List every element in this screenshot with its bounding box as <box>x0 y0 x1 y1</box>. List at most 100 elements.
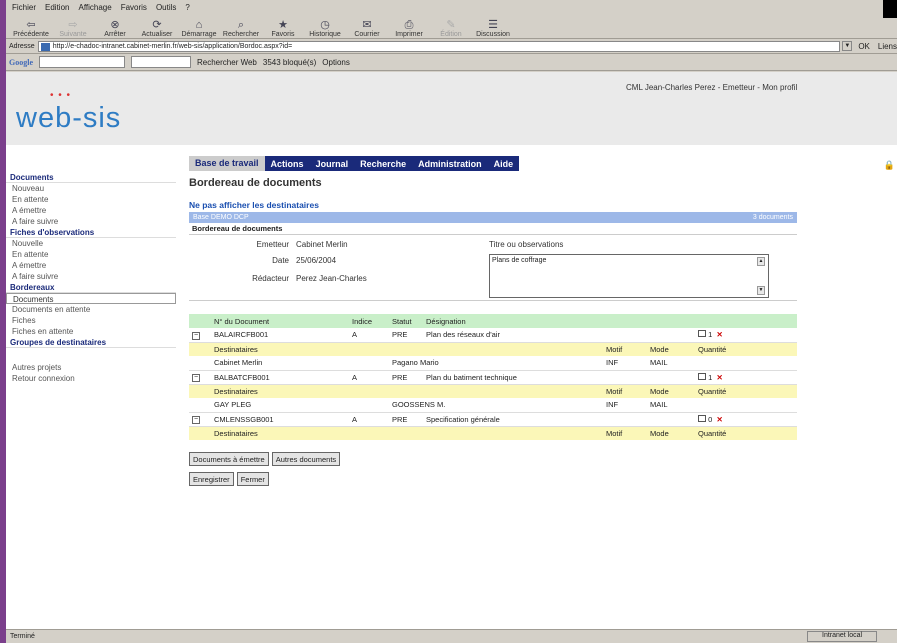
address-dropdown-icon[interactable]: ▼ <box>842 41 853 51</box>
delete-icon[interactable]: ✕ <box>716 373 722 382</box>
save-button[interactable]: Enregistrer <box>189 472 234 486</box>
sidebar-item[interactable]: Fiches en attente <box>6 326 176 337</box>
toolbar-button-discuss[interactable]: ☰ Discussion <box>472 19 514 38</box>
toolbar-button-refresh[interactable]: ⟳ Actualiser <box>136 19 178 38</box>
toolbar-button-home[interactable]: ⌂ Démarrage <box>178 19 220 38</box>
recipient-org: Cabinet Merlin <box>211 356 389 371</box>
expand-icon[interactable]: − <box>189 412 211 427</box>
observations-textarea[interactable]: Plans de coffrage ▲ ▼ <box>489 254 769 298</box>
status-bar: Terminé Intranet local <box>6 629 897 643</box>
quantity-value: 1 <box>708 372 713 382</box>
doc-number[interactable]: CMLENSSGB001 <box>211 412 349 427</box>
delete-icon[interactable]: ✕ <box>716 330 722 339</box>
google-search-input[interactable] <box>39 56 125 68</box>
sidebar-item[interactable]: En attente <box>6 194 176 205</box>
nav-recherche[interactable]: Recherche <box>354 159 412 169</box>
sidebar-item[interactable]: A émettre <box>6 205 176 216</box>
scroll-up-icon[interactable]: ▲ <box>757 257 765 266</box>
address-input[interactable]: http://e-chadoc-intranet.cabinet-merlin.… <box>37 40 841 52</box>
hide-recipients-link[interactable]: Ne pas afficher les destinataires <box>189 198 797 212</box>
recipient-motif: INF <box>603 356 647 371</box>
menu-help[interactable]: ? <box>185 3 189 12</box>
quantity-icon <box>698 414 706 422</box>
sidebar-heading[interactable]: Bordereaux <box>6 282 176 293</box>
rec-blank2 <box>695 356 741 371</box>
toolbar-button-favorites[interactable]: ★ Favoris <box>262 19 304 38</box>
sidebar-item[interactable]: Fiches <box>6 315 176 326</box>
sidebar-link[interactable]: Retour connexion <box>6 373 176 384</box>
toolbar-button-forward[interactable]: ⇨ Suivante <box>52 19 94 38</box>
sidebar: Documents Nouveau En attente A émettre A fai… <box>6 172 176 629</box>
emetteur-label: Emetteur <box>256 240 289 249</box>
menu-file[interactable]: Fichier <box>12 3 36 12</box>
nav-aide[interactable]: Aide <box>488 159 520 169</box>
sidebar-item[interactable]: A faire suivre <box>6 271 176 282</box>
recipient-motif: INF <box>603 398 647 413</box>
nav-base-de-travail[interactable]: Base de travail <box>189 156 265 171</box>
sidebar-item[interactable]: A émettre <box>6 260 176 271</box>
recipient-person: GOOSSENS M. <box>389 398 603 413</box>
google-search-button[interactable]: Rechercher Web <box>197 58 257 67</box>
discuss-icon: ☰ <box>488 19 498 31</box>
quantity-icon <box>698 372 706 380</box>
toolbar-button-edit[interactable]: ✎ Édition <box>430 19 472 38</box>
expand-icon[interactable]: − <box>189 328 211 343</box>
menu-favorites[interactable]: Favoris <box>121 3 147 12</box>
sidebar-heading[interactable]: Fiches d'observations <box>6 227 176 238</box>
go-button[interactable]: OK <box>858 42 870 51</box>
delete-icon[interactable]: ✕ <box>716 415 722 424</box>
toolbar-button-history[interactable]: ◷ Historique <box>304 19 346 38</box>
google-search-select[interactable] <box>131 56 191 68</box>
close-button[interactable]: Fermer <box>236 472 269 486</box>
expand-icon[interactable]: − <box>189 370 211 385</box>
sidebar-item[interactable]: A faire suivre <box>6 216 176 227</box>
toolbar-button-back[interactable]: ⇦ Précédente <box>10 19 52 38</box>
links-label[interactable]: Liens <box>878 42 897 51</box>
collapse-icon[interactable]: − <box>192 416 200 424</box>
rec-blank3 <box>741 356 797 371</box>
other-documents-button[interactable]: Autres documents <box>271 452 341 466</box>
header-indice: Indice <box>349 314 389 328</box>
sidebar-item[interactable]: Nouvelle <box>6 238 176 249</box>
doc-statut: PRE <box>389 370 423 385</box>
toolbar-button-stop[interactable]: ⊗ Arrêter <box>94 19 136 38</box>
sidebar-item[interactable]: Documents en attente <box>6 304 176 315</box>
doc-number[interactable]: BALAIRCFB001 <box>211 328 349 343</box>
documents-table: N° du Document Indice Statut Désignation − BA… <box>189 314 797 440</box>
doc-number[interactable]: BALBATCFB001 <box>211 370 349 385</box>
doc-blank2 <box>647 370 695 385</box>
sidebar-heading[interactable]: Documents <box>6 172 176 183</box>
menu-tools[interactable]: Outils <box>156 3 176 12</box>
status-text: Terminé <box>10 633 35 640</box>
sidebar-item[interactable]: Nouveau <box>6 183 176 194</box>
emetteur-value: Cabinet Merlin <box>296 240 348 249</box>
nav-actions[interactable]: Actions <box>265 159 310 169</box>
toolbar-label: Suivante <box>59 31 87 38</box>
google-options-button[interactable]: Options <box>322 58 350 67</box>
sub-blank2 <box>741 384 797 398</box>
popup-blocked-count[interactable]: 3543 bloqué(s) <box>263 58 316 67</box>
documents-to-emit-button[interactable]: Documents à émettre <box>189 452 269 466</box>
doc-actions <box>741 370 797 385</box>
nav-journal[interactable]: Journal <box>310 159 355 169</box>
sub-blank <box>189 426 211 440</box>
nav-administration[interactable]: Administration <box>412 159 488 169</box>
sidebar-heading[interactable]: Groupes de destinataires <box>6 337 176 348</box>
menu-edit[interactable]: Edition <box>45 3 69 12</box>
document-row: − CMLENSSGB001 A PRE Specification générale … <box>189 412 797 427</box>
base-bar: Base DEMO DCP 3 documents <box>189 212 797 223</box>
collapse-icon[interactable]: − <box>192 331 200 340</box>
sidebar-item[interactable]: Documents <box>6 293 176 304</box>
scroll-down-icon[interactable]: ▼ <box>757 286 765 295</box>
rec-blank <box>189 356 211 371</box>
main-nav: Base de travail Actions Journal Recherch… <box>189 156 520 171</box>
toolbar-button-mail[interactable]: ✉ Courrier <box>346 19 388 38</box>
logo-dots: • • • <box>50 90 72 101</box>
toolbar-button-print[interactable]: ⎙ Imprimer <box>388 19 430 38</box>
menu-view[interactable]: Affichage <box>78 3 111 12</box>
sidebar-link[interactable]: Autres projets <box>6 362 176 373</box>
toolbar-button-search[interactable]: ⌕ Rechercher <box>220 19 262 38</box>
base-name: Base DEMO DCP <box>193 214 249 221</box>
sidebar-item[interactable]: En attente <box>6 249 176 260</box>
collapse-icon[interactable]: − <box>192 374 200 382</box>
